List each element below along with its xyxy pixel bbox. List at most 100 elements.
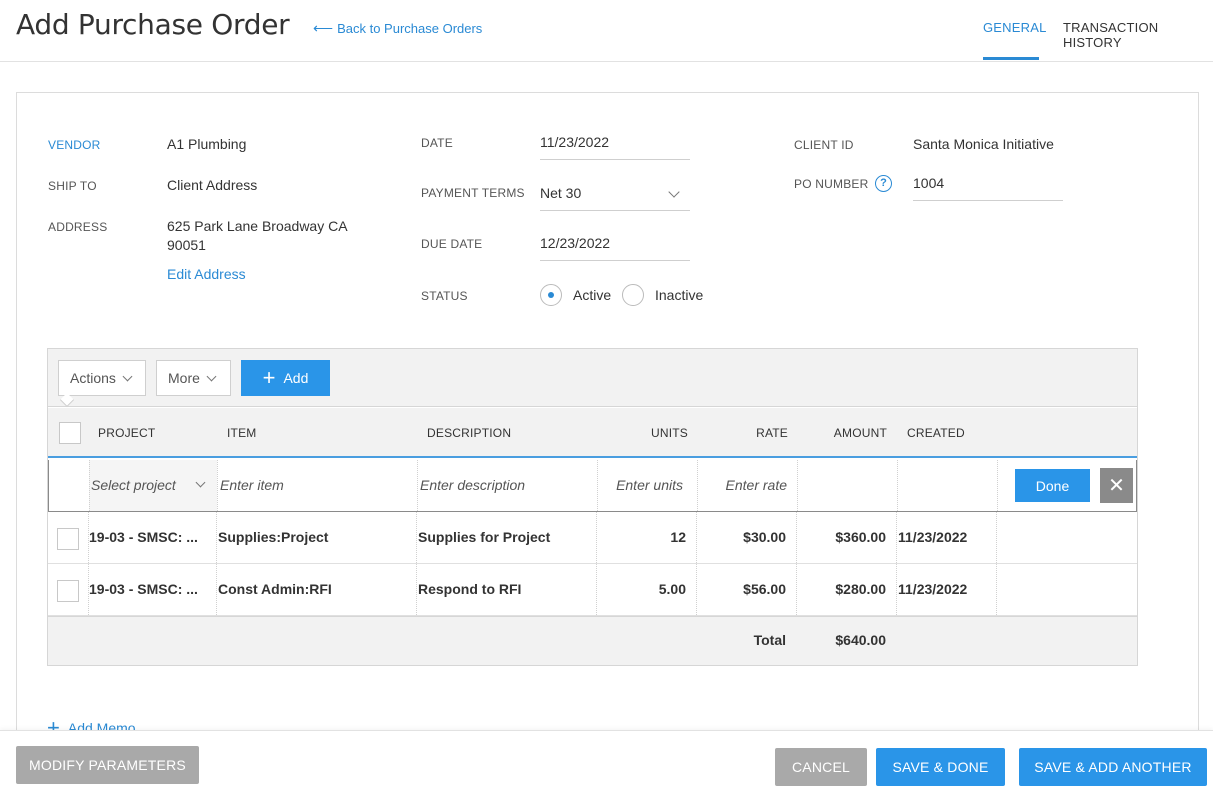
project-select-placeholder[interactable]: Select project [91,460,176,511]
column-divider [796,512,797,563]
status-active-radio[interactable] [540,284,562,306]
col-project[interactable]: PROJECT [98,426,155,440]
due-date-field[interactable]: 12/23/2022 [540,231,690,261]
total-label: Total [753,632,786,648]
status-active-label[interactable]: Active [573,287,611,303]
item-input[interactable]: Enter item [220,460,284,511]
cell-description: Supplies for Project [418,529,551,545]
column-divider [696,564,697,615]
column-divider [896,512,897,563]
cell-rate: $56.00 [743,581,786,597]
arrow-left-icon: ⟵ [313,20,334,36]
select-all-checkbox[interactable] [59,422,81,444]
col-description[interactable]: DESCRIPTION [427,426,511,440]
column-divider [797,460,798,511]
back-to-purchase-orders-link[interactable]: ⟵ Back to Purchase Orders [313,20,482,37]
date-field[interactable]: 11/23/2022 [540,130,690,160]
help-icon[interactable]: ? [875,175,892,192]
payment-terms-label: PAYMENT TERMS [421,186,525,200]
column-divider [417,460,418,511]
column-divider [697,460,698,511]
modify-parameters-button[interactable]: MODIFY PARAMETERS [16,746,199,784]
column-divider [416,564,417,615]
page-header: Add Purchase Order ⟵ Back to Purchase Or… [0,0,1213,62]
payment-terms-select[interactable]: Net 30 [540,181,690,211]
cell-description: Respond to RFI [418,581,522,597]
add-label: Add [283,370,309,386]
status-inactive-label[interactable]: Inactive [655,287,703,303]
active-tab-indicator [983,57,1039,60]
edit-address-link[interactable]: Edit Address [167,266,246,282]
row-checkbox[interactable] [57,580,79,602]
tab-transaction-history[interactable]: TRANSACTION HISTORY [1063,20,1213,50]
grid-header: PROJECT ITEM DESCRIPTION UNITS RATE AMOU… [48,408,1137,458]
actions-label: Actions [70,370,116,386]
cell-project: 19-03 - SMSC: ... [89,581,198,597]
column-divider [696,512,697,563]
column-divider [89,460,90,511]
grid-toolbar: Actions More + Add [48,349,1137,408]
close-icon[interactable]: ✕ [1100,468,1133,503]
table-row[interactable]: 19-03 - SMSC: ... Supplies:Project Suppl… [48,512,1137,564]
column-divider [596,512,597,563]
total-row: Total $640.00 [48,616,1137,665]
column-divider [416,512,417,563]
footer-bar: MODIFY PARAMETERS CANCEL SAVE & DONE SAV… [0,730,1213,793]
line-items-grid: Actions More + Add PROJECT ITEM DESCRIPT… [47,348,1138,666]
total-value: $640.00 [835,632,886,648]
cell-created: 11/23/2022 [898,581,968,597]
ship-to-value: Client Address [167,177,258,193]
column-divider [896,564,897,615]
cell-amount: $360.00 [835,529,886,545]
column-divider [217,460,218,511]
address-line1: 625 Park Lane Broadway CA [167,218,348,234]
cell-created: 11/23/2022 [898,529,968,545]
column-divider [597,460,598,511]
column-divider [897,460,898,511]
column-divider [216,564,217,615]
add-line-button[interactable]: + Add [241,360,330,396]
column-divider [996,564,997,615]
cancel-button[interactable]: CANCEL [775,748,867,786]
save-done-button[interactable]: SAVE & DONE [876,748,1005,786]
vendor-label[interactable]: VENDOR [48,138,101,152]
po-number-field[interactable]: 1004 [913,171,1063,201]
tab-general[interactable]: GENERAL [983,20,1047,35]
rate-input[interactable]: Enter rate [699,460,787,511]
cell-units: 5.00 [658,581,686,597]
column-divider [997,460,998,511]
save-add-another-button[interactable]: SAVE & ADD ANOTHER [1019,748,1207,786]
due-date-label: DUE DATE [421,237,483,251]
column-divider [796,564,797,615]
status-label: STATUS [421,289,468,303]
po-number-label: PO NUMBER [794,177,869,191]
client-id-value: Santa Monica Initiative [913,136,1054,152]
client-id-label: CLIENT ID [794,138,854,152]
column-divider [596,564,597,615]
col-units[interactable]: UNITS [608,426,688,440]
more-label: More [168,370,200,386]
new-line-entry-row: Select project Enter item Enter descript… [48,460,1137,512]
actions-dropdown[interactable]: Actions [58,360,146,396]
status-inactive-radio[interactable] [622,284,644,306]
col-item[interactable]: ITEM [227,426,256,440]
row-checkbox[interactable] [57,528,79,550]
cell-item: Const Admin:RFI [218,581,332,597]
cell-project: 19-03 - SMSC: ... [89,529,198,545]
col-rate[interactable]: RATE [708,426,788,440]
address-label: ADDRESS [48,220,108,234]
col-created[interactable]: CREATED [907,426,965,440]
done-button[interactable]: Done [1015,469,1090,502]
units-input[interactable]: Enter units [598,460,683,511]
date-label: DATE [421,136,453,150]
table-row[interactable]: 19-03 - SMSC: ... Const Admin:RFI Respon… [48,564,1137,616]
vendor-value[interactable]: A1 Plumbing [167,136,246,152]
col-amount[interactable]: AMOUNT [807,426,887,440]
description-input[interactable]: Enter description [420,460,525,511]
more-dropdown[interactable]: More [156,360,231,396]
cell-amount: $280.00 [835,581,886,597]
address-line2: 90051 [167,237,206,253]
back-link-label: Back to Purchase Orders [337,21,483,36]
cell-rate: $30.00 [743,529,786,545]
cell-item: Supplies:Project [218,529,329,545]
